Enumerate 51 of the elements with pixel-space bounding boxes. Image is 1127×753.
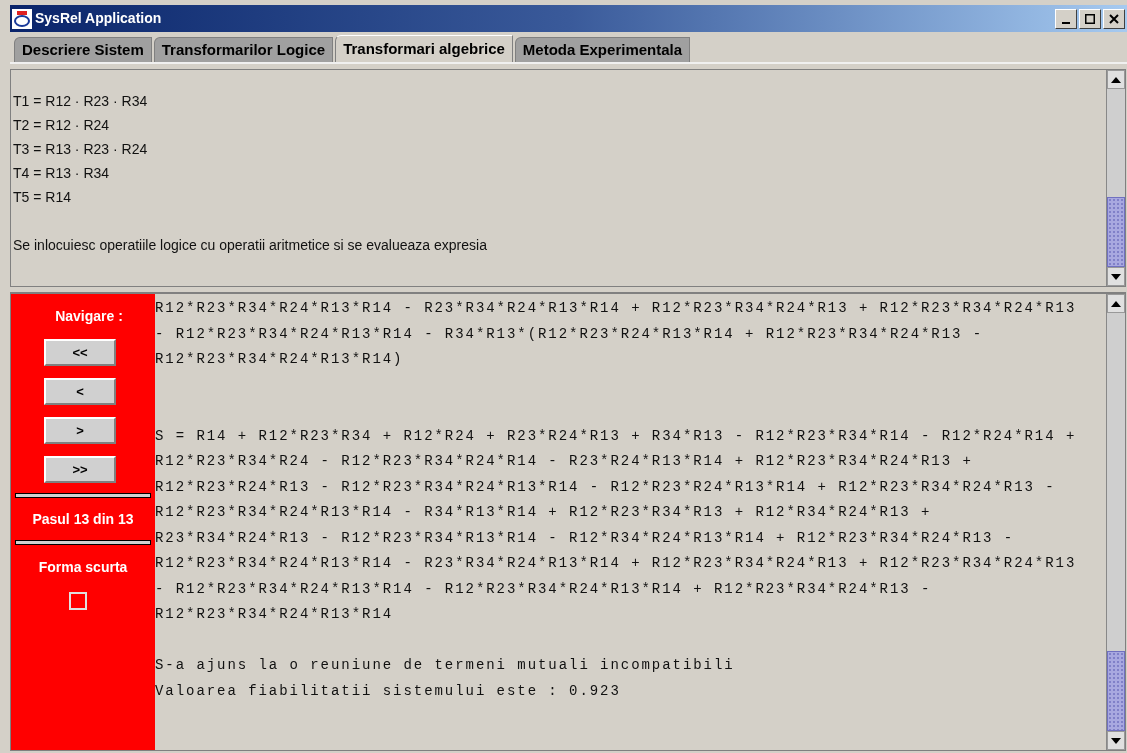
- scroll-up-button[interactable]: [1107, 294, 1125, 313]
- navigation-button[interactable]: <: [44, 378, 116, 405]
- down-arrow-icon: [1111, 737, 1121, 744]
- down-arrow-icon: [1111, 273, 1121, 280]
- formula-line: T2 = R12 · R24: [13, 116, 111, 135]
- expression-line: R12*R23*R24*R13 - R12*R23*R34*R24*R13*R14 - R12*R23*R24*R13*R14 + R12*R23*R34*R24*R13 -: [155, 477, 1057, 497]
- scroll-up-button[interactable]: [1107, 70, 1125, 89]
- up-arrow-icon: [1111, 300, 1121, 307]
- tab[interactable]: Transformari algebrice: [335, 35, 513, 62]
- navigation-label: Navigare :: [55, 307, 123, 326]
- maximize-button[interactable]: [1079, 8, 1101, 29]
- expression-line: R23*R34*R24*R13 - R12*R23*R34*R13*R14 - R12*R34*R24*R13*R14 + R12*R23*R34*R24*R13 -: [155, 528, 1016, 548]
- tab[interactable]: Transformarilor Logice: [153, 37, 334, 62]
- close-button[interactable]: [1103, 8, 1125, 29]
- expression-line: - R12*R23*R34*R24*R13*R14 - R12*R23*R34*R24*R13*R14 + R12*R23*R34*R24*R13 -: [155, 579, 933, 599]
- expression-line: R12*R23*R34*R24*R13*R14 - R23*R34*R24*R13*R14 + R12*R23*R34*R24*R13 + R12*R23*R34*R24*R13: [155, 299, 1078, 318]
- scroll-thumb[interactable]: [1107, 197, 1125, 267]
- window-title: SysRel Application: [35, 9, 162, 28]
- tab[interactable]: Descriere Sistem: [14, 37, 152, 62]
- navigation-button[interactable]: <<: [44, 339, 116, 366]
- short-form-label: Forma scurta: [38, 558, 128, 577]
- scrollbar[interactable]: [1106, 294, 1125, 750]
- expression-line: R12*R23*R34*R24*R13*R14 - R23*R34*R24*R13*R14 + R12*R23*R34*R24*R13 + R12*R23*R34*R24*R13: [155, 554, 1078, 573]
- expression-line: S = R14 + R12*R23*R34 + R12*R24 + R23*R24*R13 + R34*R13 - R12*R23*R34*R14 - R12*R24*R14 +: [155, 426, 1078, 446]
- formula-line: T5 = R14: [13, 188, 72, 207]
- scrollbar[interactable]: [1106, 70, 1125, 286]
- expression-line: R12*R23*R34*R24*R13*R14 - R34*R13*R14 + R12*R23*R34*R13 + R12*R34*R24*R13 +: [155, 503, 933, 522]
- tab[interactable]: Metoda Experimentala: [514, 37, 691, 62]
- step-counter: Pasul 13 din 13: [32, 510, 134, 529]
- expression-line: S-a ajuns la o reuniune de termeni mutuali incompatibili: [155, 656, 736, 675]
- navigation-button[interactable]: >>: [44, 456, 116, 483]
- navigation-button[interactable]: >: [44, 417, 116, 444]
- up-arrow-icon: [1111, 76, 1121, 83]
- formula-line: T1 = R12 · R23 · R34: [13, 92, 149, 111]
- scroll-thumb[interactable]: [1107, 651, 1125, 731]
- app-icon: [12, 8, 32, 29]
- expression-line: - R12*R23*R34*R24*R13*R14 - R34*R13*(R12*R23*R24*R13*R14 + R12*R23*R34*R24*R13 -: [155, 324, 985, 344]
- scroll-down-button[interactable]: [1107, 731, 1125, 750]
- maximize-icon: [1085, 13, 1095, 24]
- expression-line: R12*R23*R34*R24 - R12*R23*R34*R24*R14 - R23*R24*R13*R14 + R12*R23*R34*R24*R13 +: [155, 452, 974, 471]
- short-form-checkbox[interactable]: [69, 592, 87, 610]
- close-icon: [1109, 13, 1119, 24]
- expression-line: R12*R23*R34*R24*R13*R14): [155, 350, 405, 369]
- description-text: Se inlocuiesc operatiile logice cu operatii aritmetice si se evalueaza expresia: [13, 236, 488, 255]
- formula-line: T4 = R13 · R34: [13, 164, 111, 183]
- minimize-icon: [1062, 21, 1070, 24]
- formula-line: T3 = R13 · R23 · R24: [13, 140, 149, 159]
- minimize-button[interactable]: [1055, 8, 1077, 29]
- expression-line: Valoarea fiabilitatii sistemului este : 0.923: [155, 681, 622, 701]
- expression-line: R12*R23*R34*R24*R13*R14: [155, 605, 395, 624]
- scroll-down-button[interactable]: [1107, 267, 1125, 286]
